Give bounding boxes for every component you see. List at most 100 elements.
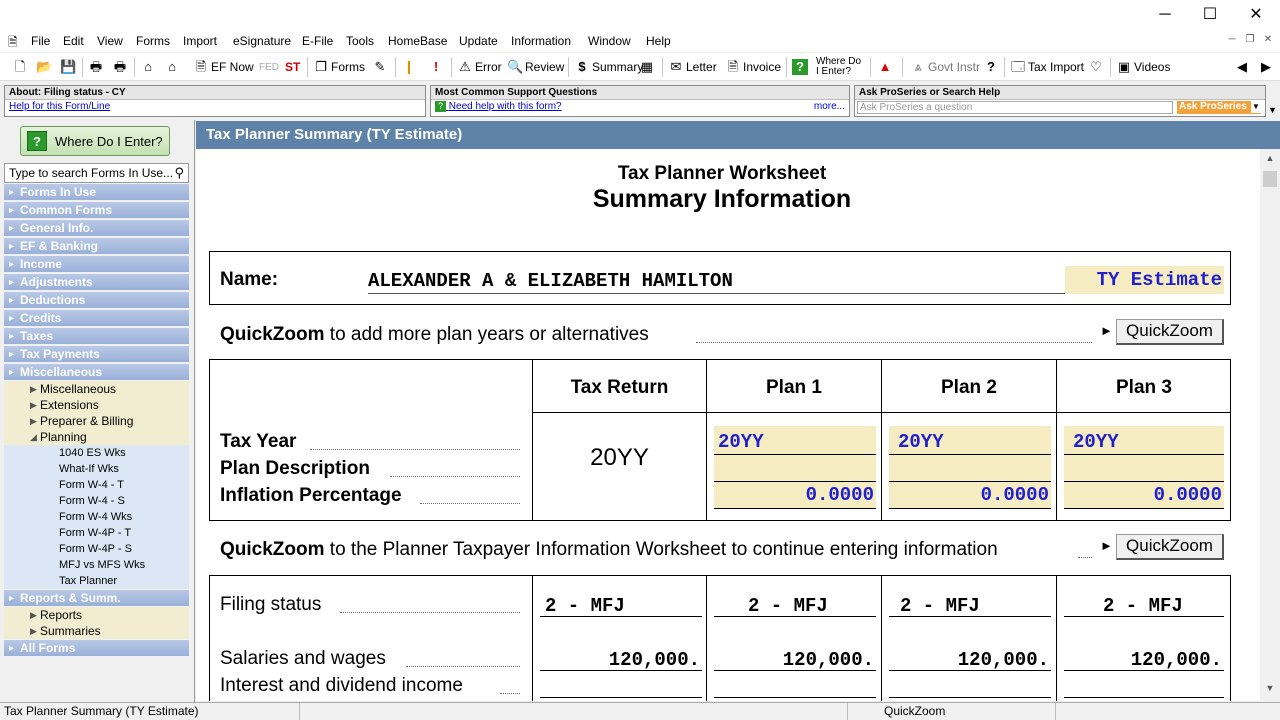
save-button[interactable]: 💾 bbox=[60, 57, 78, 77]
mdi-minimize-button[interactable]: ─ bbox=[1224, 32, 1240, 48]
review-button[interactable]: 🔍 Review bbox=[507, 57, 564, 77]
plan-1-year-field[interactable]: 20YY bbox=[718, 431, 764, 453]
sidebar-leaf-what-if-wks[interactable]: What-If Wks bbox=[4, 461, 189, 477]
salaries-plan-1[interactable]: 120,000. bbox=[714, 649, 874, 671]
plan-2-inflation-field[interactable]: 0.0000 bbox=[889, 484, 1049, 506]
scroll-down-icon[interactable]: ▼ bbox=[1260, 683, 1280, 699]
fed-button[interactable]: FED bbox=[259, 57, 279, 77]
sidebar-section-adjustments[interactable]: Adjustments bbox=[4, 274, 189, 291]
menu-homebase[interactable]: HomeBase bbox=[388, 34, 447, 48]
sidebar-section-forms-in-use[interactable]: Forms In Use bbox=[4, 184, 189, 201]
sidebar-section-deductions[interactable]: Deductions bbox=[4, 292, 189, 309]
help-collapse-icon[interactable]: ▼ bbox=[1268, 105, 1277, 115]
videos-button[interactable]: ▣ Videos bbox=[1116, 57, 1171, 77]
plan-1-inflation-field[interactable]: 0.0000 bbox=[714, 484, 874, 506]
sidebar-section-common-forms[interactable]: Common Forms bbox=[4, 202, 189, 219]
quickzoom-taxpayer-info-button[interactable]: QuickZoom bbox=[1116, 534, 1224, 560]
support-link[interactable]: ? Need help with this form? more... bbox=[431, 100, 849, 113]
error-button[interactable]: ⚠ Error bbox=[457, 57, 502, 77]
plan-2-description-field[interactable] bbox=[889, 481, 1051, 482]
salaries-tax-return[interactable]: 120,000. bbox=[540, 649, 700, 671]
sidebar-section-miscellaneous[interactable]: Miscellaneous bbox=[4, 364, 189, 381]
open-button[interactable]: 📂 bbox=[36, 57, 54, 77]
quickzoom-plan-years-button[interactable]: QuickZoom bbox=[1116, 319, 1224, 345]
sidebar-sub-preparer-billing[interactable]: ▶ Preparer & Billing bbox=[4, 413, 189, 429]
sidebar-section-credits[interactable]: Credits bbox=[4, 310, 189, 327]
where-do-i-enter-button[interactable]: ? Where Do I Enter? bbox=[20, 126, 170, 156]
document-icon[interactable]: 🗎 bbox=[8, 33, 22, 49]
sidebar-leaf-form-w4-wks[interactable]: Form W-4 Wks bbox=[4, 509, 189, 525]
forward-button[interactable]: ▶ bbox=[1258, 57, 1276, 77]
plan-1-description-field[interactable] bbox=[714, 481, 876, 482]
forms-button[interactable]: ❐ Forms bbox=[313, 57, 365, 77]
sidebar-leaf-mfj-vs-mfs-wks[interactable]: MFJ vs MFS Wks bbox=[4, 557, 189, 573]
sidebar-sub-reports[interactable]: ▶ Reports bbox=[4, 607, 189, 623]
close-button[interactable]: ✕ bbox=[1236, 4, 1276, 26]
print-multi-button[interactable]: 🖶 bbox=[112, 57, 130, 77]
sidebar-sub-summaries[interactable]: ▶ Summaries bbox=[4, 623, 189, 639]
menu-file[interactable]: File bbox=[31, 34, 50, 48]
menu-efile[interactable]: E-File bbox=[302, 34, 333, 48]
sidebar-section-taxes[interactable]: Taxes bbox=[4, 328, 189, 345]
mdi-restore-button[interactable]: ❐ bbox=[1242, 32, 1258, 48]
salaries-plan-3[interactable]: 120,000. bbox=[1064, 649, 1222, 671]
alert-button[interactable]: ! bbox=[428, 57, 446, 77]
letter-button[interactable]: ✉ Letter bbox=[668, 57, 717, 77]
menu-tools[interactable]: Tools bbox=[346, 34, 374, 48]
filing-status-plan-3[interactable]: 2 - MFJ bbox=[1103, 595, 1183, 617]
where-do-i-enter-button[interactable]: ? Where Do I Enter? bbox=[792, 57, 861, 77]
name-value[interactable]: ALEXANDER A & ELIZABETH HAMILTON bbox=[368, 270, 733, 292]
menu-help[interactable]: Help bbox=[646, 34, 671, 48]
govt-instr-button[interactable]: ⩓ Govt Instr bbox=[910, 57, 980, 77]
about-link[interactable]: Help for this Form/Line bbox=[5, 100, 425, 113]
ask-input[interactable]: Ask ProSeries a question bbox=[857, 101, 1173, 114]
filing-status-tax-return[interactable]: 2 - MFJ bbox=[545, 595, 625, 617]
maximize-button[interactable]: ☐ bbox=[1190, 4, 1230, 26]
menu-esignature[interactable]: eSignature bbox=[233, 34, 291, 48]
plan-3-inflation-field[interactable]: 0.0000 bbox=[1064, 484, 1222, 506]
st-button[interactable]: ST bbox=[285, 57, 300, 77]
heart-button[interactable]: ♡ bbox=[1088, 57, 1106, 77]
menu-information[interactable]: Information bbox=[511, 34, 571, 48]
alarm-button[interactable]: ▲ bbox=[877, 57, 895, 77]
print-button[interactable]: 🖶 bbox=[88, 57, 106, 77]
sidebar-section-general-info[interactable]: General Info. bbox=[4, 220, 189, 237]
minimize-button[interactable]: ─ bbox=[1145, 4, 1185, 26]
sidebar-leaf-form-w4-t[interactable]: Form W-4 - T bbox=[4, 477, 189, 493]
menu-window[interactable]: Window bbox=[588, 34, 631, 48]
tax-import-button[interactable]: 🗔 Tax Import bbox=[1010, 57, 1084, 77]
menu-import[interactable]: Import bbox=[183, 34, 217, 48]
plan-3-year-field[interactable]: 20YY bbox=[1073, 431, 1119, 453]
mdi-close-button[interactable]: ✕ bbox=[1260, 32, 1276, 48]
scroll-up-icon[interactable]: ▲ bbox=[1260, 153, 1280, 169]
sidebar-leaf-form-w4p-t[interactable]: Form W-4P - T bbox=[4, 525, 189, 541]
forms-search-input[interactable]: Type to search Forms In Use... ⚲ bbox=[4, 163, 189, 183]
invoice-button[interactable]: 🗎 Invoice bbox=[725, 57, 781, 77]
help-button[interactable]: ? bbox=[983, 57, 1001, 77]
sidebar-section-tax-payments[interactable]: Tax Payments bbox=[4, 346, 189, 363]
menu-view[interactable]: View bbox=[97, 34, 123, 48]
plan-2-year-field[interactable]: 20YY bbox=[898, 431, 944, 453]
pencil-button[interactable]: ❙ bbox=[401, 57, 419, 77]
sidebar-leaf-1040-es-wks[interactable]: 1040 ES Wks bbox=[4, 445, 189, 461]
salaries-plan-2[interactable]: 120,000. bbox=[889, 649, 1049, 671]
new-button[interactable]: 🗋 bbox=[12, 57, 30, 77]
sidebar-section-all-forms[interactable]: All Forms bbox=[4, 640, 189, 657]
menu-edit[interactable]: Edit bbox=[63, 34, 84, 48]
sidebar-section-income[interactable]: Income bbox=[4, 256, 189, 273]
checklist-button[interactable]: ✎ bbox=[372, 57, 390, 77]
menu-forms[interactable]: Forms bbox=[136, 34, 170, 48]
menu-update[interactable]: Update bbox=[459, 34, 498, 48]
ty-estimate-field[interactable]: TY Estimate bbox=[1065, 266, 1224, 294]
sidebar-leaf-tax-planner[interactable]: Tax Planner bbox=[4, 573, 189, 589]
sidebar-sub-planning[interactable]: ◢ Planning bbox=[4, 429, 189, 445]
plan-3-description-field[interactable] bbox=[1064, 481, 1224, 482]
homebase-button[interactable]: ⌂ bbox=[164, 57, 182, 77]
home-button[interactable]: ⌂ bbox=[140, 57, 158, 77]
filing-status-plan-2[interactable]: 2 - MFJ bbox=[900, 595, 980, 617]
sidebar-section-reports-summ[interactable]: Reports & Summ. bbox=[4, 590, 189, 607]
back-button[interactable]: ◀ bbox=[1234, 57, 1252, 77]
ask-proseries-button[interactable]: Ask ProSeries ▼ bbox=[1177, 101, 1261, 114]
sidebar-section-ef-banking[interactable]: EF & Banking bbox=[4, 238, 189, 255]
sidebar-sub-miscellaneous[interactable]: ▶ Miscellaneous bbox=[4, 381, 189, 397]
